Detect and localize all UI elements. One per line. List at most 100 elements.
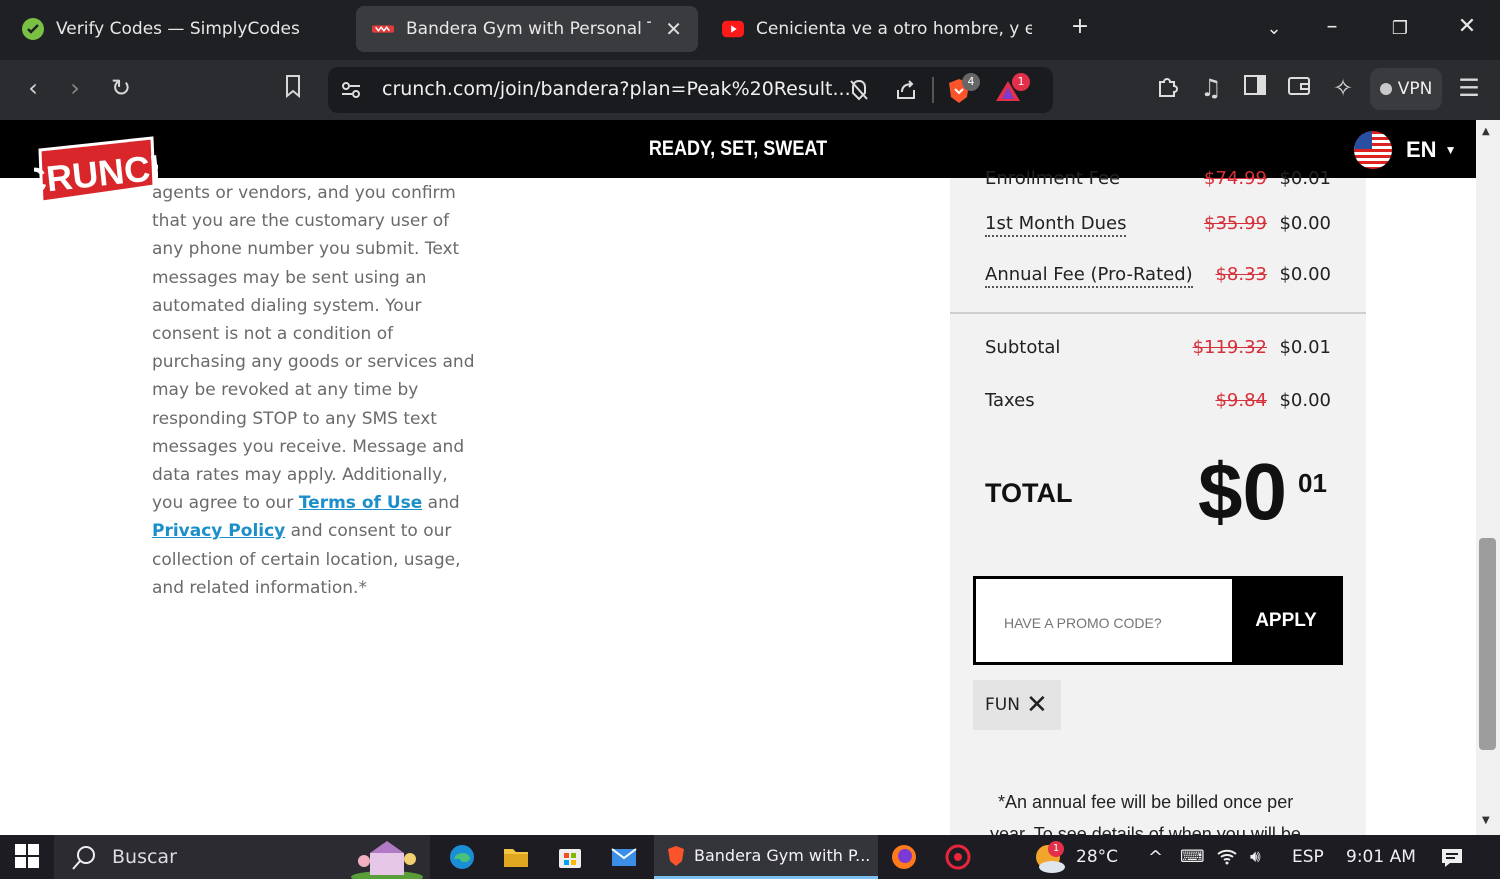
reload-icon[interactable]: ↻ <box>106 74 136 102</box>
language-selector[interactable]: EN ▼ <box>1354 131 1456 169</box>
tab-youtube[interactable]: Cenicienta ve a otro hombre, y el je <box>706 6 1054 52</box>
fee-label[interactable]: Annual Fee (Pro-Rated) <box>985 264 1193 288</box>
vpn-status-icon <box>1379 83 1392 95</box>
applied-promo-chip: FUN ✕ <box>973 680 1061 730</box>
tab-title: Bandera Gym with Personal Trai <box>406 19 652 39</box>
media-music-icon[interactable]: ♫ <box>1196 74 1226 102</box>
browser-toolbar: ‹ › ↻ crunch.com/join/bandera?plan=Peak%… <box>0 60 1500 120</box>
browser-tab-bar: Verify Codes — SimplyCodes Bandera Gym w… <box>0 0 1500 60</box>
promo-code-form: APPLY <box>973 576 1343 665</box>
windows-start-icon[interactable] <box>14 843 42 871</box>
total-cents: 01 <box>1298 468 1327 498</box>
task-title: Bandera Gym with P... <box>694 846 871 865</box>
wifi-icon[interactable] <box>1216 847 1238 870</box>
taxes-original: $9.84 <box>1215 390 1267 411</box>
fee-label[interactable]: Enrollment Fee <box>985 168 1120 188</box>
mail-icon[interactable] <box>610 843 638 871</box>
fee-discounted-price: $0.01 <box>1279 168 1331 188</box>
notifications-icon[interactable] <box>1440 847 1464 874</box>
crunch-logo[interactable]: CRUNCH <box>18 128 178 210</box>
subtotal-original: $119.32 <box>1192 337 1267 358</box>
clock-time[interactable]: 9:01 AM <box>1346 847 1416 867</box>
scroll-down-arrow-icon[interactable]: ▼ <box>1482 815 1490 826</box>
no-tracking-icon[interactable] <box>848 78 870 107</box>
tray-overflow-chevron-icon[interactable]: ^ <box>1148 847 1163 868</box>
weather-temperature[interactable]: 28°C <box>1076 847 1118 867</box>
rewards-badge: 1 <box>1012 73 1030 91</box>
forward-icon[interactable]: › <box>60 74 90 102</box>
language-label: EN <box>1406 137 1437 162</box>
total-dollars: $0 <box>1198 447 1287 536</box>
crunch-favicon-icon <box>372 18 394 40</box>
total-label: TOTAL <box>985 478 1073 508</box>
fee-original-price: $74.99 <box>1204 168 1267 188</box>
taskbar-search[interactable]: Buscar <box>54 835 430 883</box>
annual-fee-note-continued: year. To see details of when you will be <box>990 824 1301 835</box>
search-icon <box>70 844 98 876</box>
edge-browser-icon[interactable] <box>448 843 476 871</box>
ime-input-icon[interactable]: ⌨ <box>1180 847 1205 867</box>
shields-count-badge: 4 <box>962 73 980 91</box>
order-summary-panel: Enrollment Fee $74.99 $0.01 1st Month Du… <box>950 168 1366 835</box>
privacy-policy-link[interactable]: Privacy Policy <box>152 521 285 541</box>
sidebar-toggle-icon[interactable] <box>1240 74 1270 102</box>
scrollbar-thumb[interactable] <box>1479 538 1496 750</box>
taskbar-brave-window[interactable]: Bandera Gym with P... <box>654 835 878 879</box>
fee-original-price: $35.99 <box>1204 213 1267 234</box>
weather-alert-badge: 1 <box>1048 841 1064 857</box>
brave-icon <box>666 845 686 871</box>
annual-fee-note: *An annual fee will be billed once per <box>998 792 1294 812</box>
bookmark-icon[interactable] <box>278 74 308 104</box>
taxes-label: Taxes <box>985 390 1035 411</box>
menu-hamburger-icon[interactable]: ☰ <box>1454 74 1484 102</box>
page-scrollbar[interactable]: ▲ ▼ <box>1476 120 1500 835</box>
volume-icon[interactable]: 🔊︎ <box>1250 847 1261 867</box>
tab-list-chevron-icon[interactable]: ⌄ <box>1258 18 1290 39</box>
fee-discounted-price: $0.00 <box>1279 264 1331 285</box>
scroll-up-arrow-icon[interactable]: ▲ <box>1482 126 1490 137</box>
apply-promo-button[interactable]: APPLY <box>1232 579 1340 662</box>
tab-bandera-gym[interactable]: Bandera Gym with Personal Trai ✕ <box>356 6 698 52</box>
extensions-puzzle-icon[interactable] <box>1152 74 1182 104</box>
summary-divider <box>950 312 1366 314</box>
fee-discounted-price: $0.00 <box>1279 213 1331 234</box>
address-bar[interactable]: crunch.com/join/bandera?plan=Peak%20Resu… <box>328 67 1053 113</box>
tab-verify-codes[interactable]: Verify Codes — SimplyCodes <box>6 6 346 52</box>
taxes-discounted: $0.00 <box>1279 390 1331 411</box>
tab-title: Verify Codes — SimplyCodes <box>56 19 300 39</box>
microsoft-store-icon[interactable] <box>556 843 584 871</box>
remove-promo-close-icon[interactable]: ✕ <box>1026 692 1048 718</box>
file-explorer-icon[interactable] <box>502 843 530 871</box>
site-settings-icon[interactable] <box>340 79 362 105</box>
caret-down-icon: ▼ <box>1444 143 1457 157</box>
applied-promo-code: FUN <box>985 695 1020 715</box>
sms-consent-text: agents or vendors, and you confirm that … <box>152 179 482 602</box>
windows-taskbar: Buscar Bandera Gym with P... 1 28°C ^ ⌨ … <box>0 835 1500 883</box>
simplycodes-icon <box>22 18 44 40</box>
search-highlight-illustration-icon <box>350 837 424 883</box>
leo-ai-star-icon[interactable]: ✧ <box>1328 74 1358 102</box>
firefox-icon[interactable] <box>890 843 918 871</box>
vpn-label: VPN <box>1397 79 1433 99</box>
input-language[interactable]: ESP <box>1292 847 1324 867</box>
close-tab-icon[interactable]: ✕ <box>665 17 682 41</box>
restore-window-icon[interactable]: ❐ <box>1384 18 1416 39</box>
close-window-icon[interactable]: ✕ <box>1451 14 1483 39</box>
terms-of-use-link[interactable]: Terms of Use <box>299 493 422 513</box>
back-icon[interactable]: ‹ <box>18 74 48 102</box>
fee-label[interactable]: 1st Month Dues <box>985 213 1127 237</box>
vpn-button[interactable]: VPN <box>1370 68 1442 110</box>
consent-text-part: and <box>422 493 460 514</box>
new-tab-plus-icon[interactable]: + <box>1064 14 1096 39</box>
wallet-icon[interactable] <box>1284 74 1314 102</box>
minimize-icon[interactable]: – <box>1316 14 1348 39</box>
share-icon[interactable] <box>894 78 918 106</box>
subtotal-label: Subtotal <box>985 337 1061 358</box>
promo-code-input[interactable] <box>1004 615 1224 631</box>
tab-title: Cenicienta ve a otro hombre, y el je <box>756 19 1032 39</box>
fee-original-price: $8.33 <box>1215 264 1267 285</box>
divider <box>932 77 934 103</box>
enrollment-fee-row: Enrollment Fee $74.99 $0.01 <box>985 168 1331 188</box>
us-flag-icon <box>1354 131 1392 169</box>
opera-gx-icon[interactable] <box>944 843 972 871</box>
